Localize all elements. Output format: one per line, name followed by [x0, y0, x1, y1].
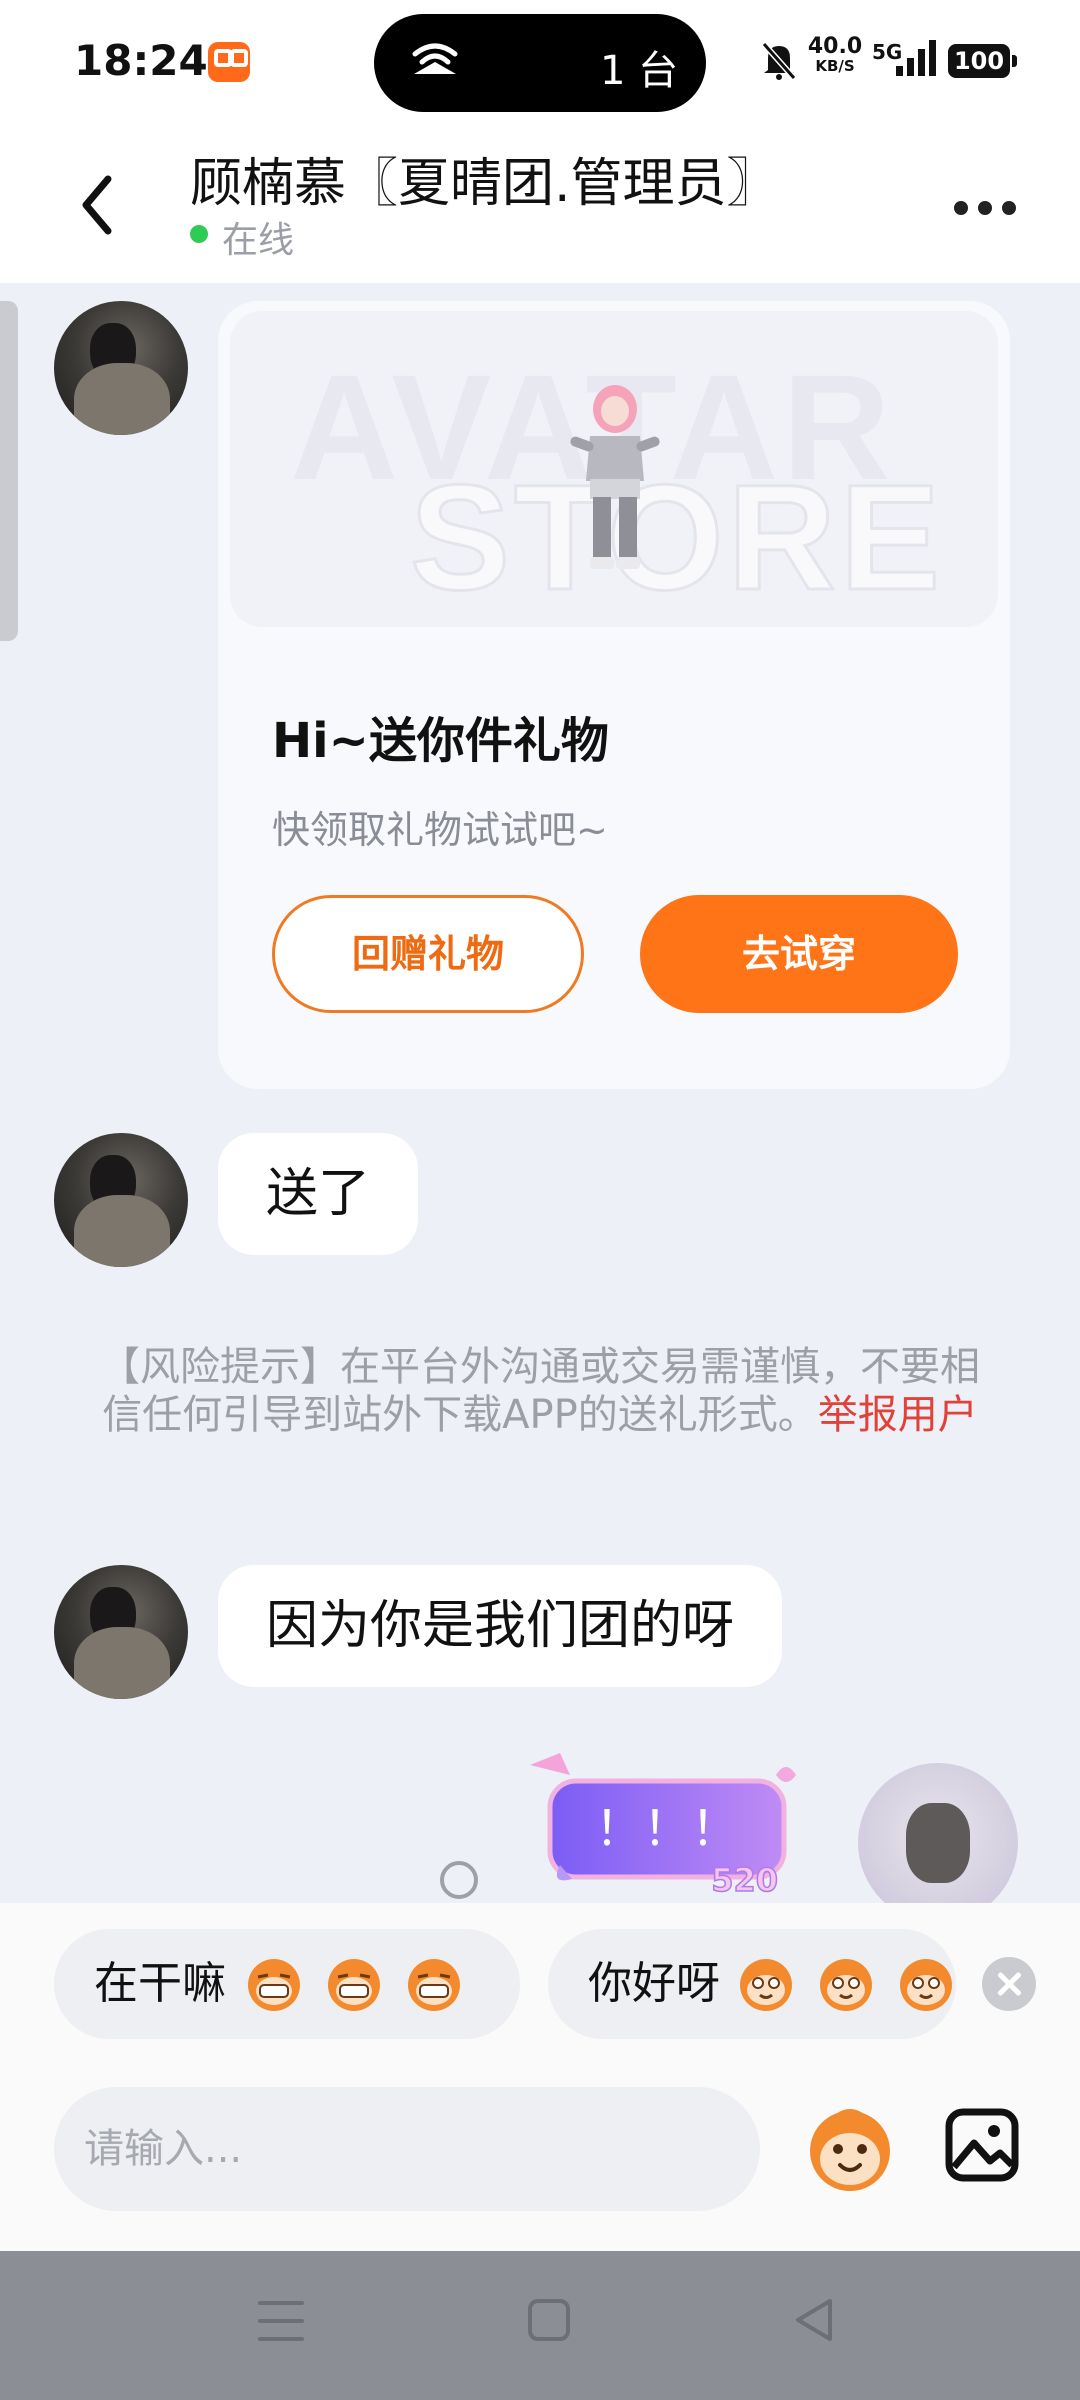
close-quick-replies-icon[interactable]	[982, 1957, 1036, 2011]
scrollbar-thumb[interactable]	[0, 301, 18, 641]
sticker-message[interactable]: ！！！ 520	[520, 1745, 810, 1895]
grin-monkey-emoji-icon	[328, 1959, 380, 2011]
quick-reply-bar: 在干嘛 你好呀	[0, 1903, 1080, 2083]
quick-reply-chip[interactable]: 在干嘛	[54, 1929, 520, 2039]
smile-monkey-emoji-icon	[740, 1959, 792, 2011]
grin-monkey-emoji-icon	[408, 1959, 460, 2011]
return-gift-button[interactable]: 回赠礼物	[272, 895, 584, 1013]
input-bar	[0, 2083, 1080, 2251]
gift-subtitle: 快领取礼物试试吧~	[272, 808, 608, 852]
home-icon[interactable]	[528, 2299, 570, 2341]
message-bubble[interactable]: 因为你是我们团的呀	[218, 1565, 783, 1687]
message-input[interactable]	[54, 2087, 760, 2211]
try-on-button[interactable]: 去试穿	[640, 895, 958, 1013]
network-speed: 40.0 KB/S	[807, 34, 863, 75]
battery-indicator: 100	[948, 44, 1017, 78]
sticker-number: 520	[711, 1861, 778, 1895]
message-list[interactable]: AVATAR STORE Hi~送你件礼物 快领取礼物试试吧~ 回赠礼物 去试穿…	[0, 283, 1080, 1903]
chat-title[interactable]: 顾楠慕〖夏晴团.管理员〗	[190, 141, 779, 216]
gift-banner: AVATAR STORE	[230, 311, 998, 627]
quick-reply-chip[interactable]: 你好呀	[548, 1929, 956, 2039]
emoji-picker-icon[interactable]	[800, 2099, 900, 2199]
sending-spinner-icon	[440, 1861, 478, 1899]
system-nav-bar	[0, 2251, 1080, 2400]
signal-icon	[896, 40, 936, 76]
more-horizontal-icon[interactable]	[950, 195, 1020, 219]
grin-monkey-emoji-icon	[248, 1959, 300, 2011]
quick-reply-text: 在干嘛	[94, 1958, 226, 2009]
contact-avatar[interactable]	[54, 1565, 188, 1699]
chat-header: 顾楠慕〖夏晴团.管理员〗 在线	[0, 125, 1080, 283]
banner-text: STORE	[408, 452, 945, 623]
online-status-dot	[190, 225, 208, 243]
contact-avatar[interactable]	[54, 301, 188, 435]
gift-title: Hi~送你件礼物	[272, 713, 609, 769]
online-status-text: 在线	[222, 220, 295, 261]
contact-avatar[interactable]	[54, 1133, 188, 1267]
image-picker-icon[interactable]	[944, 2107, 1020, 2183]
chevron-left-icon[interactable]	[68, 165, 128, 245]
cast-icon	[412, 43, 458, 74]
message-bubble[interactable]: 送了	[218, 1133, 419, 1255]
status-time: 18:24	[74, 36, 208, 85]
avatar-figure-image	[570, 385, 660, 569]
back-triangle-icon[interactable]	[792, 2295, 836, 2345]
recent-apps-icon[interactable]	[258, 2299, 304, 2343]
dynamic-island[interactable]: 1 台	[374, 14, 706, 112]
sticker-text: ！！！	[595, 1801, 739, 1857]
gift-card[interactable]: AVATAR STORE Hi~送你件礼物 快领取礼物试试吧~ 回赠礼物 去试穿	[218, 301, 1010, 1089]
mute-bell-icon	[761, 42, 797, 80]
my-avatar[interactable]	[858, 1763, 1018, 1903]
island-text: 1 台	[600, 48, 679, 94]
report-user-link[interactable]: 举报用户	[818, 1392, 978, 1438]
smile-monkey-emoji-icon	[820, 1959, 872, 2011]
risk-notice: 【风险提示】在平台外沟通或交易需谨慎，不要相信任何引导到站外下载APP的送礼形式…	[100, 1343, 980, 1439]
smile-monkey-emoji-icon	[900, 1959, 952, 2011]
quick-reply-text: 你好呀	[588, 1958, 720, 2009]
status-bar: 18:24 1 台 40.0 KB/S 5G 100	[0, 0, 1080, 125]
app-notification-icon	[208, 42, 250, 82]
